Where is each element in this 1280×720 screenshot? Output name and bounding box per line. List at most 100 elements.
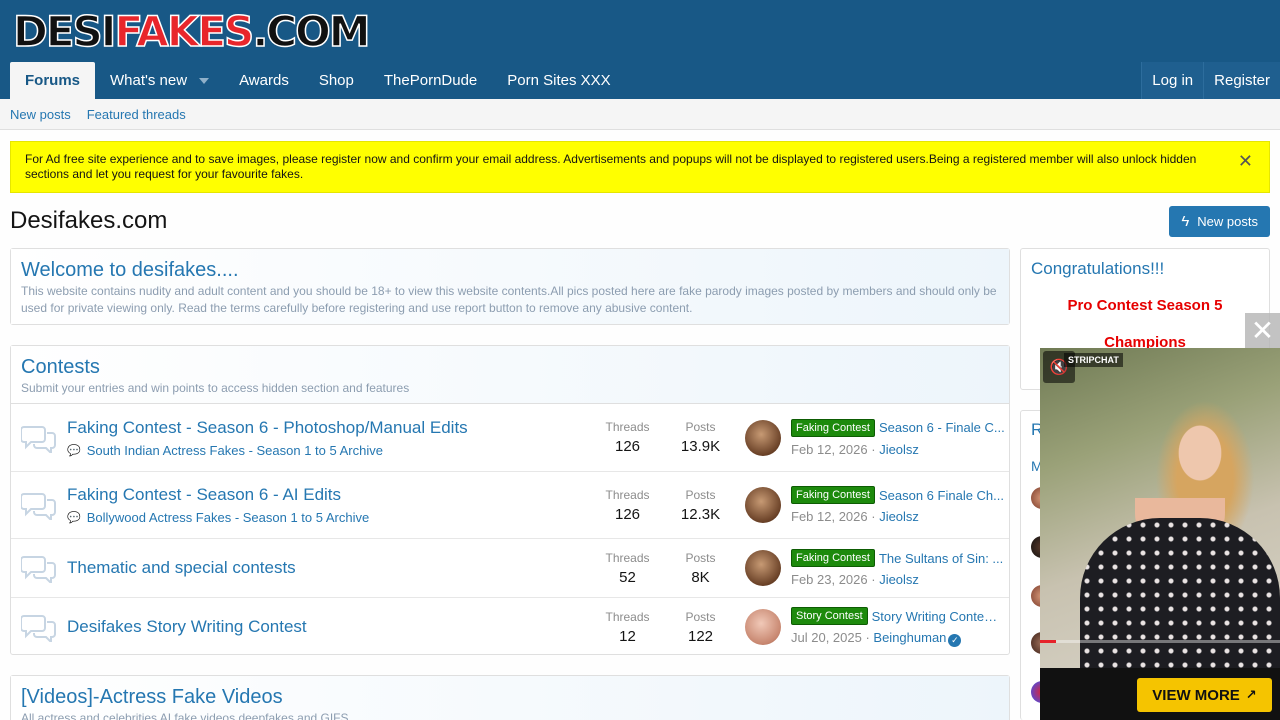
last-post-user[interactable]: Jieolsz [879, 509, 919, 524]
node-main: Thematic and special contests [67, 558, 591, 578]
videos-block: [Videos]-Actress Fake Videos All actress… [10, 675, 1010, 720]
last-post-title[interactable]: The Sultans of Sin: ... [879, 551, 1003, 566]
contests-head: Contests Submit your entries and win poi… [11, 346, 1009, 404]
last-post-date[interactable]: Feb 12, 2026 [791, 442, 868, 457]
forum-node[interactable]: Faking Contest - Season 6 - AI Edits 💬 Bo… [11, 471, 1009, 538]
posts-label: Posts [685, 487, 716, 502]
last-post-meta: Feb 12, 2026 · Jieolsz [791, 509, 919, 524]
last-post-meta: Feb 23, 2026 · Jieolsz [791, 572, 919, 587]
forum-node[interactable]: Faking Contest - Season 6 - Photoshop/Ma… [11, 404, 1009, 471]
threads-stat: Threads 126 [591, 488, 664, 523]
close-icon[interactable]: ✕ [1238, 152, 1253, 170]
threads-stat: Threads 52 [591, 551, 664, 586]
threads-stat: Threads 12 [591, 610, 664, 645]
last-post-top: Faking Contest Season 6 Finale Ch... [791, 486, 1004, 504]
logo-desi: DESI [12, 7, 117, 56]
last-post-user[interactable]: Jieolsz [879, 572, 919, 587]
logo-com: .COM [252, 7, 372, 56]
threads-count: 52 [619, 568, 636, 586]
avatar[interactable] [745, 550, 781, 586]
posts-count: 12.3K [680, 505, 721, 523]
last-post-date[interactable]: Feb 23, 2026 [791, 572, 868, 587]
view-more-button[interactable]: VIEW MORE ↗ [1137, 678, 1272, 712]
chevron-down-icon[interactable] [199, 77, 210, 84]
welcome-block: Welcome to desifakes.... This website co… [10, 248, 1010, 325]
welcome-desc: This website contains nudity and adult c… [21, 284, 997, 315]
prefix-label[interactable]: Story Contest [791, 607, 868, 625]
posts-label: Posts [685, 550, 716, 565]
last-post-user[interactable]: Beinghuman [873, 630, 946, 645]
videos-title[interactable]: [Videos]-Actress Fake Videos [21, 686, 999, 708]
last-post-date[interactable]: Feb 12, 2026 [791, 509, 868, 524]
node-title[interactable]: Thematic and special contests [67, 558, 591, 578]
nav-tab-awards[interactable]: Awards [224, 62, 304, 99]
videos-head: [Videos]-Actress Fake Videos All actress… [11, 676, 1009, 720]
threads-label: Threads [605, 609, 650, 624]
threads-label: Threads [605, 420, 650, 434]
ad-close-button[interactable]: ✕ [1245, 313, 1280, 348]
ad-brand: STRIPCHAT [1064, 353, 1123, 367]
welcome-head: Welcome to desifakes.... This website co… [11, 249, 1009, 324]
contests-title[interactable]: Contests [21, 356, 999, 378]
account-nav: Log in Register [1141, 62, 1280, 99]
register-link[interactable]: Register [1203, 62, 1280, 99]
posts-count: 8K [691, 568, 710, 586]
last-post-title[interactable]: Season 6 - Finale C... [879, 420, 1005, 435]
nav-tab-forums[interactable]: Forums [10, 62, 96, 99]
last-post: Faking Contest Season 6 - Finale C... Fe… [737, 418, 1009, 457]
last-post-top: Faking Contest Season 6 - Finale C... [791, 418, 1005, 437]
avatar[interactable] [745, 609, 781, 645]
page-title: Desifakes.com [10, 207, 168, 234]
last-post: Faking Contest Season 6 Finale Ch... Feb… [737, 486, 1009, 524]
external-link-icon: ↗ [1245, 687, 1257, 702]
lightning-icon: ϟ [1181, 213, 1190, 230]
node-title[interactable]: Desifakes Story Writing Contest [67, 617, 591, 637]
logo-fakes: FAKES [114, 7, 255, 56]
threads-count: 126 [614, 438, 641, 455]
forum-chat-icon [11, 423, 67, 453]
subforum-link[interactable]: 💬 South Indian Actress Fakes - Season 1 t… [67, 443, 591, 458]
last-post-body: Faking Contest Season 6 Finale Ch... Feb… [791, 486, 1004, 524]
prefix-label[interactable]: Faking Contest [791, 486, 875, 504]
posts-stat: Posts 8K [664, 551, 737, 586]
nav-tab-whats-new[interactable]: What's new [95, 62, 224, 99]
subnav-featured-threads[interactable]: Featured threads [87, 107, 186, 122]
video-ad[interactable]: 🔇 STRIPCHAT VIEW MORE ↗ [1040, 348, 1280, 720]
nav-tab-shop[interactable]: Shop [304, 62, 369, 99]
new-posts-button[interactable]: ϟ New posts [1169, 206, 1270, 237]
threads-count: 126 [614, 505, 641, 523]
posts-stat: Posts 13.9K [664, 420, 737, 455]
threads-label: Threads [605, 487, 650, 502]
prefix-label[interactable]: Faking Contest [791, 549, 875, 567]
login-link[interactable]: Log in [1141, 62, 1203, 99]
chat-icon: 💬 [67, 512, 81, 524]
site-logo[interactable]: DESIFAKES.COM [12, 7, 372, 56]
node-title[interactable]: Faking Contest - Season 6 - Photoshop/Ma… [67, 418, 591, 438]
last-post-title[interactable]: Season 6 Finale Ch... [879, 488, 1004, 503]
threads-label: Threads [605, 550, 650, 565]
forum-node[interactable]: Desifakes Story Writing Contest Threads … [11, 597, 1009, 656]
last-post-meta: Jul 20, 2025 · Beinghuman ✓ [791, 630, 1002, 647]
welcome-title[interactable]: Welcome to desifakes.... [21, 259, 999, 281]
last-post-user[interactable]: Jieolsz [879, 442, 919, 457]
forum-chat-icon [11, 490, 67, 520]
view-more-label: VIEW MORE [1152, 686, 1240, 704]
subforum-label: Bollywood Actress Fakes - Season 1 to 5 … [86, 510, 370, 525]
node-title[interactable]: Faking Contest - Season 6 - AI Edits [67, 485, 591, 505]
threads-stat: Threads 126 [591, 420, 664, 455]
posts-stat: Posts 12.3K [664, 488, 737, 523]
nav-tab-theporndude[interactable]: ThePornDude [369, 62, 492, 99]
avatar[interactable] [745, 419, 781, 456]
subforum-link[interactable]: 💬 Bollywood Actress Fakes - Season 1 to 5… [67, 510, 591, 525]
subforum-label: South Indian Actress Fakes - Season 1 to… [86, 442, 383, 458]
sidebar-avatars [1020, 410, 1053, 720]
last-post-title[interactable]: Story Writing Contest... [872, 609, 1002, 624]
last-post-date[interactable]: Jul 20, 2025 [791, 630, 862, 645]
forum-chat-icon [11, 553, 67, 583]
nav-tab-porn-sites[interactable]: Porn Sites XXX [492, 62, 625, 99]
prefix-label[interactable]: Faking Contest [791, 418, 875, 437]
notice-text: For Ad free site experience and to save … [25, 152, 1197, 181]
forum-node[interactable]: Thematic and special contests Threads 52… [11, 538, 1009, 597]
avatar[interactable] [745, 487, 781, 523]
subnav-new-posts[interactable]: New posts [10, 107, 71, 122]
